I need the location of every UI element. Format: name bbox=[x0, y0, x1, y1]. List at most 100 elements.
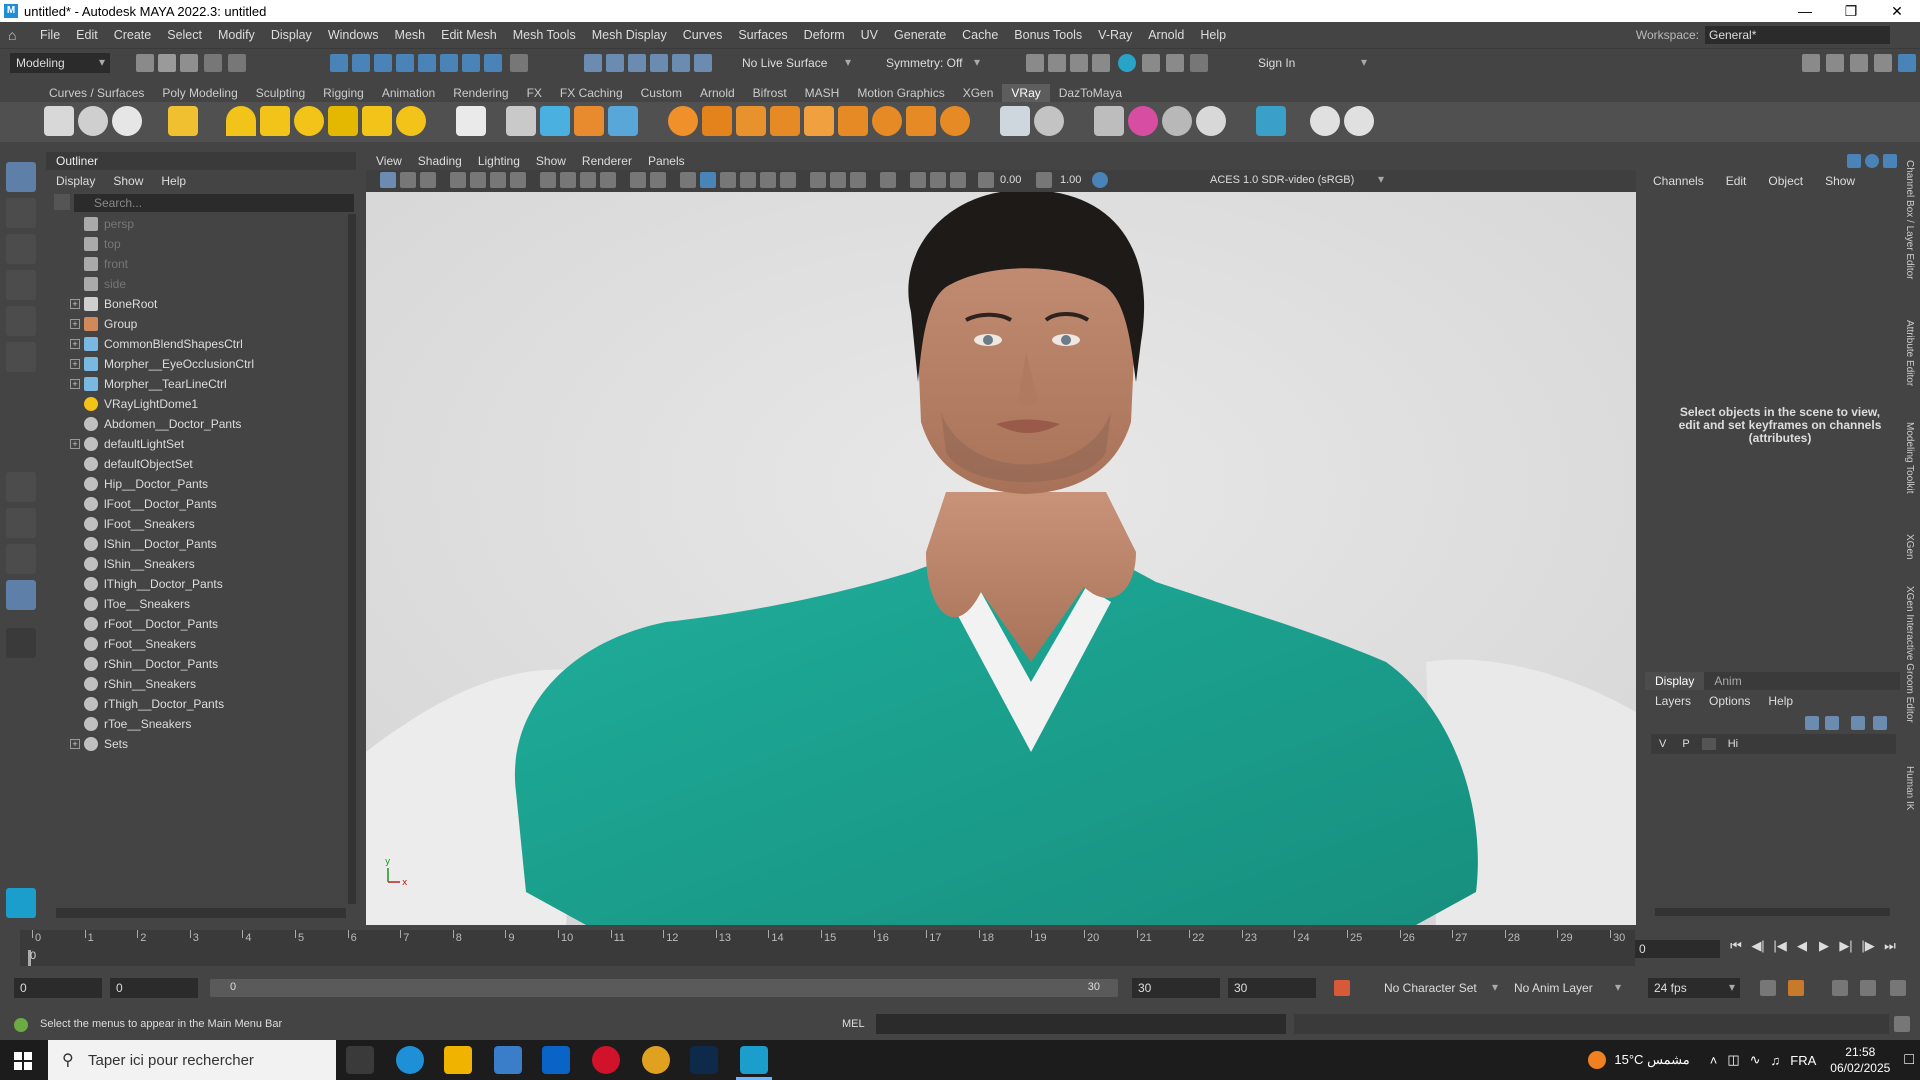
vray-physical-camera-icon[interactable] bbox=[1094, 106, 1124, 136]
outliner-item[interactable]: rToe__Sneakers bbox=[46, 714, 346, 734]
lasso-tool-icon[interactable] bbox=[6, 198, 36, 228]
make-live-icon[interactable] bbox=[484, 54, 502, 72]
outliner-item[interactable]: lToe__Sneakers bbox=[46, 594, 346, 614]
menu-create[interactable]: Create bbox=[106, 28, 160, 42]
vray-mesh-light-icon[interactable] bbox=[328, 106, 358, 136]
vray-ies-light-icon[interactable] bbox=[362, 106, 392, 136]
opera-icon[interactable] bbox=[592, 1046, 620, 1074]
menu-mesh-tools[interactable]: Mesh Tools bbox=[505, 28, 584, 42]
outliner-item[interactable]: VRayLightDome1 bbox=[46, 394, 346, 414]
side-tab-human-ik[interactable]: Human IK bbox=[1904, 766, 1915, 810]
outlook-icon[interactable] bbox=[542, 1046, 570, 1074]
xray-icon[interactable] bbox=[910, 172, 926, 188]
notifications-icon[interactable]: □ bbox=[1904, 1051, 1914, 1069]
outliner-item[interactable]: + Morpher__EyeOcclusionCtrl bbox=[46, 354, 346, 374]
camera-attributes-icon[interactable] bbox=[400, 172, 416, 188]
filter-icon[interactable] bbox=[54, 194, 70, 210]
outliner-item[interactable]: rFoot__Doctor_Pants bbox=[46, 614, 346, 634]
shelf-tab-mash[interactable]: MASH bbox=[796, 84, 849, 102]
fps-dropdown[interactable]: 24 fps bbox=[1648, 978, 1740, 998]
rename-icon[interactable] bbox=[650, 54, 668, 72]
menu-bonus-tools[interactable]: Bonus Tools bbox=[1006, 28, 1090, 42]
task-view-icon[interactable] bbox=[346, 1046, 374, 1074]
loop-icon[interactable] bbox=[1760, 980, 1776, 996]
outliner-menu-help[interactable]: Help bbox=[161, 174, 186, 188]
smooth-shade-icon[interactable] bbox=[700, 172, 716, 188]
cache-playback-icon[interactable] bbox=[1788, 980, 1804, 996]
xray-components-icon[interactable] bbox=[950, 172, 966, 188]
vray-frame-icon[interactable] bbox=[838, 106, 868, 136]
select-component-icon[interactable] bbox=[374, 54, 392, 72]
modeling-toolkit-icon[interactable] bbox=[1802, 54, 1820, 72]
outliner-item[interactable]: + CommonBlendShapesCtrl bbox=[46, 334, 346, 354]
select-tool-icon[interactable] bbox=[6, 162, 36, 192]
menu-generate[interactable]: Generate bbox=[886, 28, 954, 42]
expand-toggle-icon[interactable]: + bbox=[70, 299, 80, 309]
outliner-horizontal-scrollbar[interactable] bbox=[56, 908, 346, 918]
edge-icon[interactable] bbox=[396, 1046, 424, 1074]
outliner-item[interactable]: lShin__Doctor_Pants bbox=[46, 534, 346, 554]
select-hierarchy-icon[interactable] bbox=[330, 54, 348, 72]
viewport-menu-panels[interactable]: Panels bbox=[648, 154, 685, 168]
preferences-icon[interactable] bbox=[1890, 980, 1906, 996]
move-layer-up-icon[interactable] bbox=[1805, 716, 1819, 730]
shelf-tab-rendering[interactable]: Rendering bbox=[444, 84, 517, 102]
input-language[interactable]: FRA bbox=[1790, 1053, 1816, 1068]
side-tab-attribute-editor[interactable]: Attribute Editor bbox=[1904, 320, 1915, 386]
vray-multi-icon[interactable] bbox=[1162, 106, 1192, 136]
new-layer-icon[interactable] bbox=[1851, 716, 1865, 730]
outliner-item[interactable]: + Morpher__TearLineCtrl bbox=[46, 374, 346, 394]
menu-file[interactable]: File bbox=[32, 28, 68, 42]
sound-icon[interactable] bbox=[1832, 980, 1848, 996]
script-editor-icon[interactable] bbox=[1894, 1016, 1910, 1032]
layer-menu-layers[interactable]: Layers bbox=[1655, 694, 1691, 708]
wifi-icon[interactable]: ∿ bbox=[1750, 1052, 1761, 1068]
character-set-dropdown[interactable]: No Character Set bbox=[1378, 978, 1503, 998]
store-icon[interactable] bbox=[494, 1046, 522, 1074]
step-back-frame-icon[interactable]: ◀| bbox=[1747, 938, 1769, 954]
vray-material-icon[interactable] bbox=[668, 106, 698, 136]
side-tab-channel-box[interactable]: Channel Box / Layer Editor bbox=[1904, 160, 1915, 280]
outliner-item[interactable]: top bbox=[46, 234, 346, 254]
render-frame-icon[interactable] bbox=[1026, 54, 1044, 72]
vray-rect-light-icon[interactable] bbox=[226, 106, 256, 136]
use-all-lights-icon[interactable] bbox=[760, 172, 776, 188]
outliner-item[interactable]: + Sets bbox=[46, 734, 346, 754]
vray-scene-icon[interactable] bbox=[574, 106, 604, 136]
outliner-item[interactable]: lShin__Sneakers bbox=[46, 554, 346, 574]
vray-sphere-light-icon[interactable] bbox=[260, 106, 290, 136]
xray-joints-icon[interactable] bbox=[930, 172, 946, 188]
outliner-item[interactable]: defaultObjectSet bbox=[46, 454, 346, 474]
vray-info-icon[interactable] bbox=[1310, 106, 1340, 136]
color-space-dropdown[interactable]: ACES 1.0 SDR-video (sRGB) bbox=[1210, 174, 1354, 186]
move-tool-icon[interactable] bbox=[6, 270, 36, 300]
vray-ipr-icon[interactable] bbox=[112, 106, 142, 136]
playback-end-field[interactable]: 30 bbox=[1132, 978, 1220, 998]
vray-frame-buffer-icon[interactable] bbox=[168, 106, 198, 136]
live-surface-dropdown[interactable]: No Live Surface bbox=[736, 53, 856, 73]
time-ruler[interactable]: 0 1 2 3 4 5 6 7 8 9 10 11 12 13 14 15 16 17 18 19 20 21 22 23 24… bbox=[20, 930, 1635, 966]
vray-render-icon[interactable] bbox=[1166, 54, 1184, 72]
outliner-item[interactable]: + Group bbox=[46, 314, 346, 334]
menu-display[interactable]: Display bbox=[263, 28, 320, 42]
shelf-tab-sculpting[interactable]: Sculpting bbox=[247, 84, 314, 102]
workspace-dropdown[interactable]: General* bbox=[1705, 26, 1890, 44]
vray-logo-icon[interactable] bbox=[1344, 106, 1374, 136]
redo-icon[interactable] bbox=[228, 54, 246, 72]
menu-help[interactable]: Help bbox=[1192, 28, 1234, 42]
outliner-item[interactable]: rFoot__Sneakers bbox=[46, 634, 346, 654]
output-ops-icon[interactable] bbox=[628, 54, 646, 72]
network-icon[interactable]: ◫ bbox=[1727, 1052, 1739, 1068]
channel-box-toggle-icon[interactable] bbox=[1847, 154, 1861, 168]
shelf-tab-animation[interactable]: Animation bbox=[373, 84, 444, 102]
menu-cache[interactable]: Cache bbox=[954, 28, 1006, 42]
vray-render-shelf-icon[interactable] bbox=[78, 106, 108, 136]
vray-shadow-icon[interactable] bbox=[872, 106, 902, 136]
outliner-item[interactable]: + defaultLightSet bbox=[46, 434, 346, 454]
color-space-chevron-icon[interactable]: ▾ bbox=[1378, 172, 1384, 186]
layer-visibility-toggle[interactable]: V bbox=[1659, 738, 1666, 750]
side-tab-modeling-toolkit[interactable]: Modeling Toolkit bbox=[1904, 422, 1915, 494]
expand-toggle-icon[interactable]: + bbox=[70, 359, 80, 369]
tray-chevron-icon[interactable]: ˄ bbox=[1710, 1053, 1718, 1068]
outliner-item[interactable]: side bbox=[46, 274, 346, 294]
